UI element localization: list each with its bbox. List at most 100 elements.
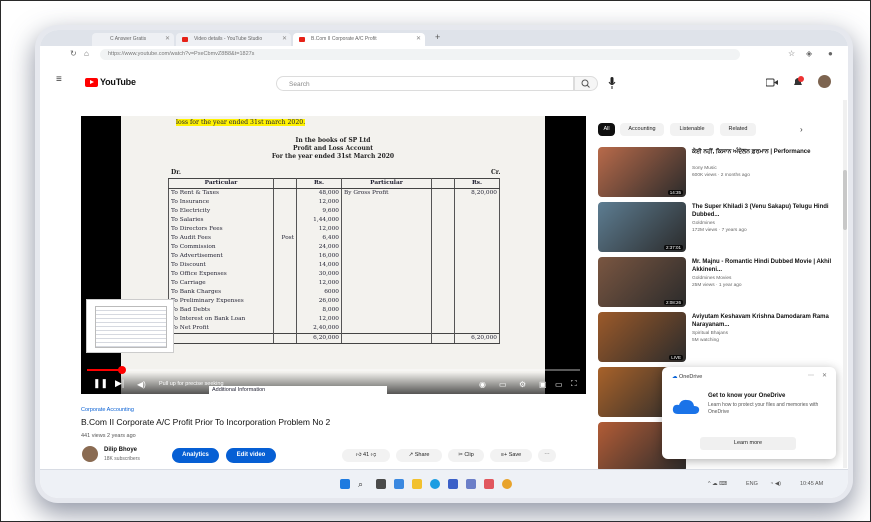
- recommended-title[interactable]: Aviyutam Keshavam Krishna Damodaram Rama…: [692, 314, 832, 329]
- search-taskbar-icon[interactable]: ⌕: [358, 479, 368, 489]
- close-tab-icon[interactable]: ✕: [165, 33, 170, 46]
- store-icon[interactable]: [448, 479, 458, 489]
- next-icon[interactable]: ▶|: [115, 378, 124, 389]
- youtube-logo-icon[interactable]: [85, 78, 98, 87]
- total-right: 6,20,000: [454, 333, 500, 344]
- browser-tab[interactable]: Video details - YouTube Studio ✕: [176, 33, 291, 46]
- table-row: To Insurance 12,000: [168, 198, 500, 207]
- search-input[interactable]: Search: [276, 76, 574, 91]
- menu-icon[interactable]: ≡: [56, 74, 62, 85]
- edit-video-button[interactable]: Edit video: [226, 448, 276, 463]
- recommended-channel[interactable]: Goldmines: [692, 221, 715, 226]
- system-tray-icons[interactable]: ^ ☁ ⌨: [708, 481, 727, 487]
- progress-played: [87, 369, 122, 371]
- settings-gear-icon[interactable]: ⚙: [519, 380, 526, 389]
- analytics-button[interactable]: Analytics: [172, 448, 219, 463]
- recommended-video[interactable]: 14:35 ਕੋਈ ਨਹੀਂ, ਕਿਸਾਨ ਅੰਦੋਲਨ ਫ਼ਰਮਾਨ | Per…: [598, 147, 838, 199]
- star-icon[interactable]: ☆: [788, 49, 795, 58]
- table-cell: 8,20,000: [454, 188, 500, 198]
- like-button[interactable]: 👍︎ 41 👎︎: [342, 449, 390, 462]
- url-field[interactable]: https://www.youtube.com/watch?v=PxeCbmvZ…: [100, 49, 740, 60]
- home-icon[interactable]: ⌂: [84, 49, 89, 58]
- chapter-title[interactable]: Additional Information: [209, 386, 387, 394]
- chip-listenable[interactable]: Listenable: [670, 123, 714, 136]
- video-player[interactable]: loss for the year ended 31st march 2020.…: [81, 116, 586, 394]
- chip-all[interactable]: All: [598, 123, 615, 136]
- scrollbar-thumb[interactable]: [843, 170, 847, 230]
- start-menu-icon[interactable]: [340, 479, 350, 489]
- channel-avatar[interactable]: [82, 446, 98, 462]
- subtitles-icon[interactable]: ▭: [499, 380, 507, 389]
- close-tab-icon[interactable]: ✕: [416, 33, 421, 46]
- clip-button[interactable]: ✂ Clip: [448, 449, 484, 462]
- recommended-video[interactable]: 2:08:26 Mr. Majnu - Romantic Hindi Dubbed…: [598, 257, 838, 309]
- task-view-icon[interactable]: [376, 479, 386, 489]
- play-pause-icon[interactable]: ❚❚: [93, 378, 108, 389]
- table-cell: [273, 188, 297, 198]
- browser-tab-bar: C Answer Gratis ✕ Video details - YouTube…: [40, 30, 848, 46]
- table-cell: [454, 288, 500, 297]
- recommended-title[interactable]: Mr. Majnu - Romantic Hindi Dubbed Movie …: [692, 259, 832, 274]
- notifications-bell-icon[interactable]: [792, 76, 804, 88]
- mail-icon[interactable]: [466, 479, 476, 489]
- create-video-icon[interactable]: [766, 78, 778, 87]
- table-cell: [454, 270, 500, 279]
- edge-browser-icon[interactable]: [430, 479, 440, 489]
- chat-icon[interactable]: [394, 479, 404, 489]
- autoplay-toggle-icon[interactable]: ◉: [479, 380, 486, 389]
- share-button[interactable]: ↗ Share: [396, 449, 442, 462]
- chip-related[interactable]: Related: [720, 123, 756, 136]
- miniplayer-icon[interactable]: ▣: [539, 380, 547, 389]
- clock[interactable]: 10:45 AM: [800, 481, 823, 487]
- file-explorer-icon[interactable]: [412, 479, 422, 489]
- more-actions-button[interactable]: ⋯: [538, 449, 556, 462]
- close-tab-icon[interactable]: ✕: [282, 33, 287, 46]
- recommended-video[interactable]: LIVE Aviyutam Keshavam Krishna Damodaram …: [598, 312, 838, 364]
- recommended-video[interactable]: 2:37:01 The Super Khiladi 3 (Venu Sakapu)…: [598, 202, 838, 254]
- search-button[interactable]: [574, 76, 598, 91]
- more-options-icon[interactable]: ⋯: [808, 372, 814, 379]
- account-avatar[interactable]: [818, 75, 831, 88]
- fullscreen-icon[interactable]: ⛶: [571, 379, 577, 389]
- chip-accounting[interactable]: Accounting: [620, 123, 664, 136]
- theater-mode-icon[interactable]: ▭: [555, 380, 563, 389]
- language-indicator[interactable]: ENG: [746, 481, 758, 487]
- doc-books-title: In the books of SP Ltd: [295, 137, 371, 144]
- share-label: Share: [414, 452, 430, 458]
- table-cell: To Discount: [168, 261, 274, 270]
- close-icon[interactable]: ✕: [822, 372, 827, 379]
- browser-tab[interactable]: C Answer Gratis ✕: [92, 33, 174, 46]
- recommended-title[interactable]: ਕੋਈ ਨਹੀਂ, ਕਿਸਾਨ ਅੰਦੋਲਨ ਫ਼ਰਮਾਨ | Performa…: [692, 149, 832, 157]
- table-cell: To Interest on Bank Loan: [168, 315, 274, 324]
- reload-icon[interactable]: ↻: [70, 49, 77, 58]
- table-cell: [273, 261, 297, 270]
- recommended-channel[interactable]: Spiritual Bhajans: [692, 331, 728, 336]
- app-icon[interactable]: [484, 479, 494, 489]
- learn-more-button[interactable]: Learn more: [700, 437, 796, 450]
- new-tab-icon[interactable]: +: [435, 32, 440, 42]
- address-bar: ↻ ⌂ https://www.youtube.com/watch?v=PxeC…: [40, 46, 848, 64]
- browser-tab-active[interactable]: B.Com II Corporate A/C Profit ✕: [293, 33, 425, 46]
- save-button[interactable]: ≡+ Save: [490, 449, 532, 462]
- shield-icon[interactable]: ◈: [806, 49, 812, 58]
- scrubber-handle[interactable]: [117, 366, 126, 374]
- doc-dr-label: Dr.: [171, 169, 181, 176]
- chevron-right-icon[interactable]: ›: [800, 125, 803, 134]
- youtube-logo-text[interactable]: YouTube: [100, 77, 136, 87]
- table-cell: To Advertisement: [168, 252, 274, 261]
- wifi-volume-icon[interactable]: ◔ ◀): [770, 481, 781, 487]
- table-cell: 16,000: [296, 252, 342, 261]
- thumbs-down-icon[interactable]: 👎︎: [369, 452, 377, 458]
- profit-loss-table: Particular Rs. Particular Rs. To Rent & …: [168, 178, 500, 344]
- progress-bar[interactable]: [87, 366, 580, 374]
- recommended-channel[interactable]: Goldmines Movies: [692, 276, 731, 281]
- volume-icon[interactable]: ◀): [137, 380, 146, 389]
- microphone-icon[interactable]: [608, 77, 616, 89]
- chrome-browser-icon[interactable]: [502, 479, 512, 489]
- recommended-title[interactable]: The Super Khiladi 3 (Venu Sakapu) Telugu…: [692, 204, 832, 219]
- page-scrollbar[interactable]: [843, 100, 847, 468]
- profile-icon[interactable]: ●: [828, 49, 833, 58]
- recommended-channel[interactable]: Sony Music: [692, 166, 717, 171]
- channel-name[interactable]: Dilip Bhoye: [104, 447, 137, 453]
- video-category-link[interactable]: Corporate Accounting: [81, 407, 134, 413]
